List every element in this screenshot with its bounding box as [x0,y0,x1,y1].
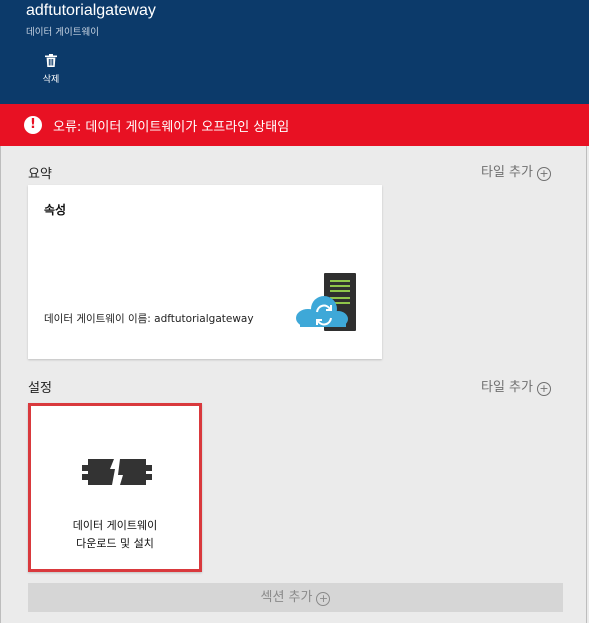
download-tile-line1: 데이터 게이트웨이 [72,519,158,532]
blade-subtitle: 데이터 게이트웨이 [26,27,99,38]
summary-section-label: 요약 [28,167,52,182]
settings-add-tile-button[interactable]: 타일 추가 + [481,376,551,396]
add-section-button[interactable]: 섹션 추가 + [28,583,563,612]
download-tile-line2: 다운로드 및 설치 [76,537,154,550]
delete-label: 삭제 [42,75,60,85]
plus-circle-icon: + [536,382,551,396]
trash-icon [45,54,57,67]
settings-section-label: 설정 [28,381,52,396]
properties-tile-title: 속성 [44,203,67,217]
add-tile-label: 타일 추가 [481,380,533,395]
blade-title: adftutorialgateway [26,2,156,19]
plug-icon [82,459,152,485]
plus-circle-icon: + [536,167,551,181]
data-gateway-icon [296,273,356,331]
download-install-tile[interactable]: 데이터 게이트웨이 다운로드 및 설치 [28,403,202,572]
delete-button[interactable]: 삭제 [37,54,65,85]
properties-tile[interactable]: 속성 데이터 게이트웨이 이름: adftutorialgateway [28,185,382,359]
add-section-label: 섹션 추가 [260,590,313,605]
summary-add-tile-button[interactable]: 타일 추가 + [481,161,551,181]
error-message: 오류: 데이터 게이트웨이가 오프라인 상태임 [53,120,290,135]
download-install-text: 데이터 게이트웨이 다운로드 및 설치 [31,517,199,553]
gateway-name-text: 데이터 게이트웨이 이름: adftutorialgateway [44,313,254,325]
plus-circle-icon: + [316,592,331,606]
add-tile-label: 타일 추가 [481,165,533,180]
error-icon: ! [24,116,42,134]
error-banner[interactable]: ! 오류: 데이터 게이트웨이가 오프라인 상태임 [0,104,589,146]
blade-header: adftutorialgateway 데이터 게이트웨이 삭제 [0,0,589,104]
